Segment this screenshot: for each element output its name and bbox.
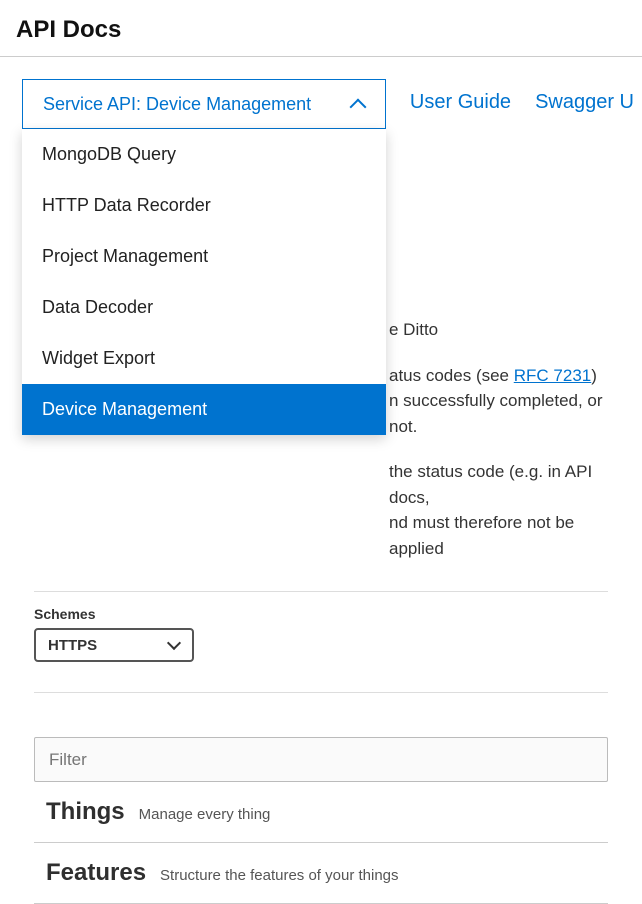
- schemes-value: HTTPS: [48, 637, 97, 654]
- dropdown-label: Service API: Device Management: [43, 94, 311, 115]
- dropdown-item-device-management[interactable]: Device Management: [22, 384, 386, 435]
- dropdown-item-data-decoder[interactable]: Data Decoder: [22, 282, 386, 333]
- dropdown-item-widget-export[interactable]: Widget Export: [22, 333, 386, 384]
- service-api-dropdown-menu: MongoDB Query HTTP Data Recorder Project…: [22, 129, 386, 435]
- desc-line-3a: the status code (e.g. in API docs,: [389, 459, 608, 510]
- section-title: Things: [46, 798, 125, 826]
- schemes-block: Schemes HTTPS: [34, 591, 608, 693]
- chevron-down-icon: [168, 639, 180, 651]
- desc-line-2a: atus codes (see: [389, 366, 514, 385]
- dropdown-item-project-management[interactable]: Project Management: [22, 231, 386, 282]
- topbar: Service API: Device Management MongoDB Q…: [0, 57, 642, 129]
- desc-line-2b: ): [591, 366, 597, 385]
- page-title: API Docs: [0, 0, 642, 57]
- dropdown-item-http-data-recorder[interactable]: HTTP Data Recorder: [22, 180, 386, 231]
- service-api-dropdown: Service API: Device Management MongoDB Q…: [22, 79, 386, 129]
- service-api-dropdown-toggle[interactable]: Service API: Device Management: [22, 79, 386, 129]
- section-things[interactable]: Things Manage every thing: [34, 782, 608, 843]
- section-title: Features: [46, 859, 146, 887]
- nav-swagger[interactable]: Swagger U: [535, 79, 634, 114]
- nav-user-guide[interactable]: User Guide: [410, 79, 511, 114]
- desc-line-2c: n successfully completed, or not.: [389, 388, 608, 439]
- section-features[interactable]: Features Structure the features of your …: [34, 843, 608, 904]
- rfc-link[interactable]: RFC 7231: [514, 366, 591, 385]
- desc-line-3b: nd must therefore not be applied: [389, 510, 608, 561]
- chevron-up-icon: [351, 97, 365, 111]
- section-subtitle: Manage every thing: [139, 806, 271, 823]
- dropdown-item-mongodb-query[interactable]: MongoDB Query: [22, 129, 386, 180]
- section-subtitle: Structure the features of your things: [160, 867, 398, 884]
- desc-line-1: e Ditto: [389, 317, 608, 343]
- schemes-label: Schemes: [34, 606, 608, 622]
- schemes-select[interactable]: HTTPS: [34, 628, 194, 662]
- filter-input[interactable]: [34, 737, 608, 782]
